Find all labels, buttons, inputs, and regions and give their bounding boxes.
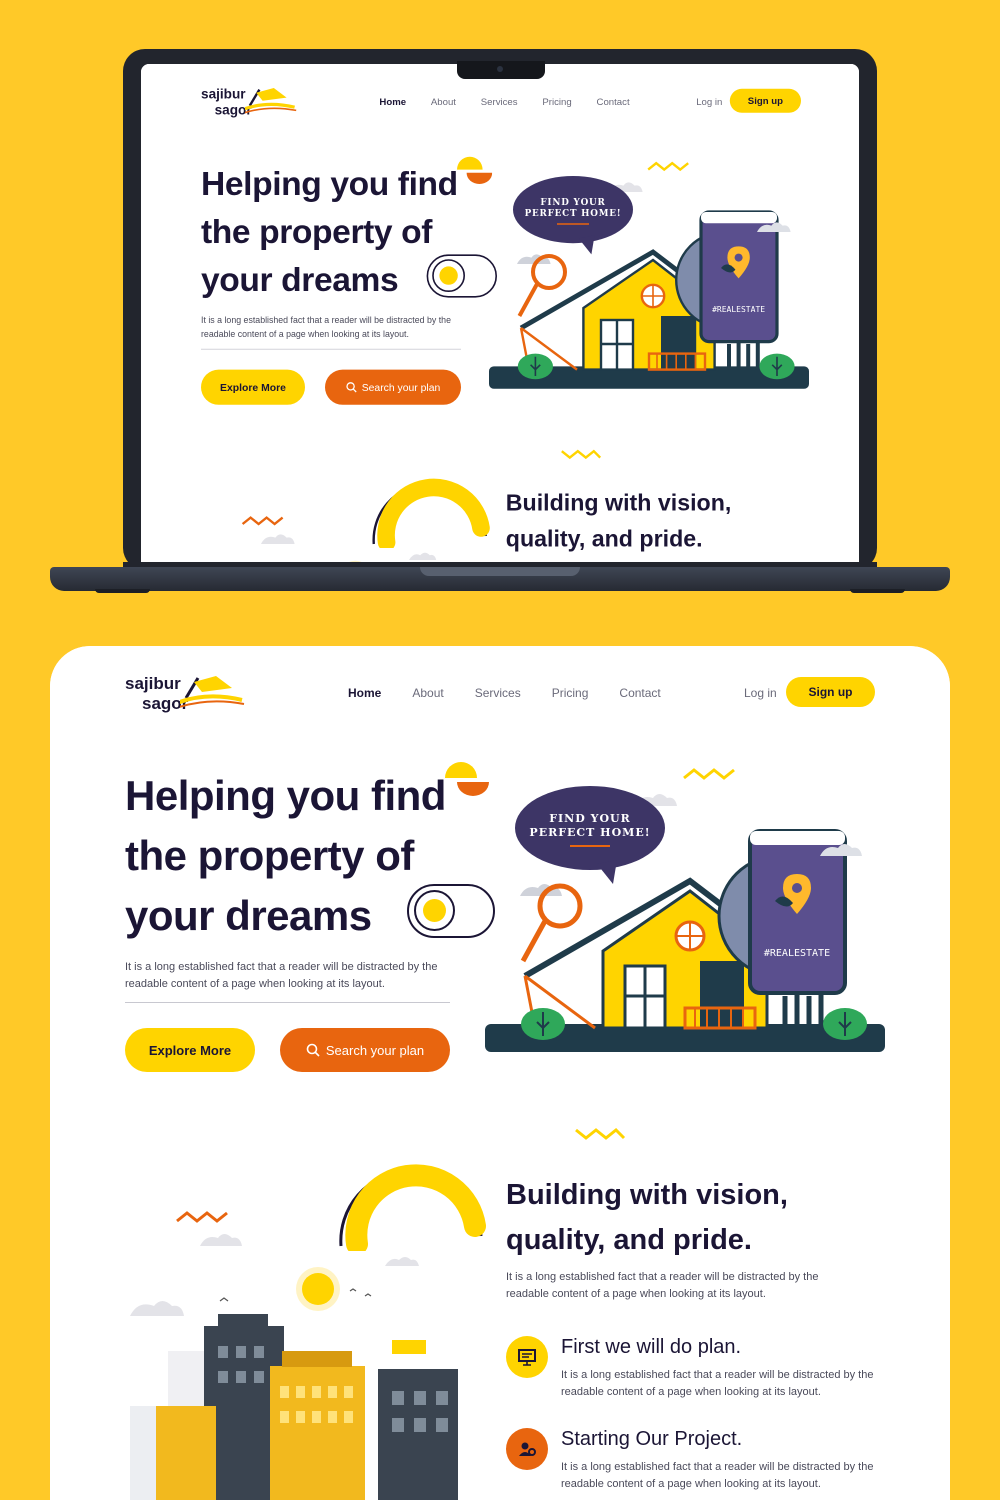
laptop-mockup: sajibur sagor Home About Services Pricin… — [123, 49, 877, 590]
phone-tag: #REALESTATE — [712, 305, 765, 314]
signup-button[interactable]: Sign up — [786, 677, 875, 707]
landing-page: sajibur sagor Home About Services Pricin… — [141, 64, 859, 581]
laptop-screen: sajibur sagor Home About Services Pricin… — [141, 64, 859, 581]
hero-description: It is a long established fact that a rea… — [201, 316, 451, 340]
login-link[interactable]: Log in — [744, 686, 777, 700]
brand-line1: sajibur — [201, 86, 246, 102]
cloud-icon — [130, 1301, 184, 1316]
hero-description: It is a long established fact that a rea… — [125, 961, 438, 990]
nav-contact[interactable]: Contact — [619, 686, 660, 700]
step-title: First we will do plan. — [561, 1336, 742, 1358]
squiggle-decoration — [575, 1127, 626, 1140]
explore-more-button[interactable]: Explore More — [125, 1028, 255, 1072]
hero-heading-line2: the property of — [201, 212, 433, 251]
phone-tag: #REALESTATE — [764, 948, 830, 959]
main-nav: Home About Services Pricing Contact — [379, 96, 654, 107]
main-nav: Home About Services Pricing Contact — [348, 686, 692, 700]
city-illustration — [130, 1234, 458, 1500]
landing-page: sajibur sagor Home About Services Pricin… — [50, 646, 950, 1500]
cloud-icon — [200, 1234, 242, 1246]
cloud-icon — [385, 1257, 419, 1266]
toggle-decoration — [426, 254, 497, 298]
section-heading-line2: quality, and pride. — [506, 1224, 752, 1256]
section-heading: Building with vision, quality, and pride… — [506, 1173, 866, 1263]
nav-contact[interactable]: Contact — [597, 96, 630, 107]
explore-more-button[interactable]: Explore More — [201, 369, 305, 405]
house-illustration: FIND YOUR PERFECT HOME! #REALESTATE — [489, 176, 809, 389]
nav-pricing[interactable]: Pricing — [552, 686, 589, 700]
nav-services[interactable]: Services — [481, 96, 518, 107]
nav-about[interactable]: About — [431, 96, 456, 107]
nav-pricing[interactable]: Pricing — [542, 96, 571, 107]
step-item: Starting Our Project. It is a long estab… — [506, 1428, 896, 1498]
roof-logo-icon — [180, 676, 245, 708]
hero-heading-line1: Helping you find — [201, 164, 458, 203]
laptop-base — [50, 567, 950, 593]
search-icon — [346, 382, 357, 393]
bubble-line2: PERFECT HOME! — [529, 826, 650, 839]
step-title: Starting Our Project. — [561, 1428, 743, 1450]
search-plan-label: Search your plan — [361, 381, 441, 394]
nav-home[interactable]: Home — [379, 96, 406, 107]
presentation-board-icon — [506, 1336, 548, 1378]
signup-button[interactable]: Sign up — [729, 88, 801, 113]
hero-divider — [125, 1002, 450, 1003]
laptop-foot — [95, 589, 150, 593]
camera-icon — [497, 66, 503, 72]
page-preview-card: sajibur sagor Home About Services Pricin… — [50, 646, 950, 1500]
toggle-dot — [423, 899, 446, 922]
step-description: It is a long established fact that a rea… — [561, 1369, 874, 1398]
section-description: It is a long established fact that a rea… — [506, 1271, 819, 1300]
sun-icon — [302, 1273, 334, 1305]
laptop-foot — [850, 589, 905, 593]
nav-about[interactable]: About — [412, 686, 443, 700]
brand-logo[interactable]: sajibur sagor — [125, 674, 255, 716]
toggle-decoration — [407, 884, 495, 938]
cloud-icon — [409, 552, 437, 560]
hero-heading-line1: Helping you find — [125, 772, 446, 819]
laptop-groove — [420, 567, 580, 576]
camera-notch — [457, 61, 545, 79]
bubble-line2: PERFECT HOME! — [525, 209, 622, 219]
house-illustration: FIND YOUR PERFECT HOME! #REALESTATE — [485, 786, 885, 1052]
brand-line1: sajibur — [125, 674, 181, 693]
search-plan-label: Search your plan — [325, 1042, 425, 1058]
search-icon — [306, 1043, 320, 1057]
team-gear-icon — [506, 1428, 548, 1470]
section-heading-line1: Building with vision, — [505, 490, 732, 516]
hero-divider — [201, 348, 461, 350]
login-link[interactable]: Log in — [696, 96, 722, 107]
section-heading: Building with vision, quality, and pride… — [506, 486, 794, 558]
squiggle-decoration — [561, 449, 602, 460]
step-item: First we will do plan. It is a long esta… — [506, 1336, 896, 1406]
bubble-line1: FIND YOUR — [540, 198, 605, 208]
search-plan-button[interactable]: Search your plan — [325, 369, 461, 405]
hero-heading-line2: the property of — [125, 832, 414, 879]
toggle-dot — [439, 266, 458, 285]
step-description: It is a long established fact that a rea… — [561, 1461, 874, 1490]
search-plan-button[interactable]: Search your plan — [280, 1028, 450, 1072]
brand-logo[interactable]: sajibur sagor — [201, 86, 305, 120]
roof-logo-icon — [245, 88, 297, 114]
nav-services[interactable]: Services — [475, 686, 521, 700]
section-heading-line2: quality, and pride. — [505, 526, 703, 552]
section-heading-line1: Building with vision, — [506, 1179, 788, 1211]
bubble-line1: FIND YOUR — [549, 812, 631, 825]
nav-home[interactable]: Home — [348, 686, 381, 700]
cloud-icon — [261, 534, 295, 544]
